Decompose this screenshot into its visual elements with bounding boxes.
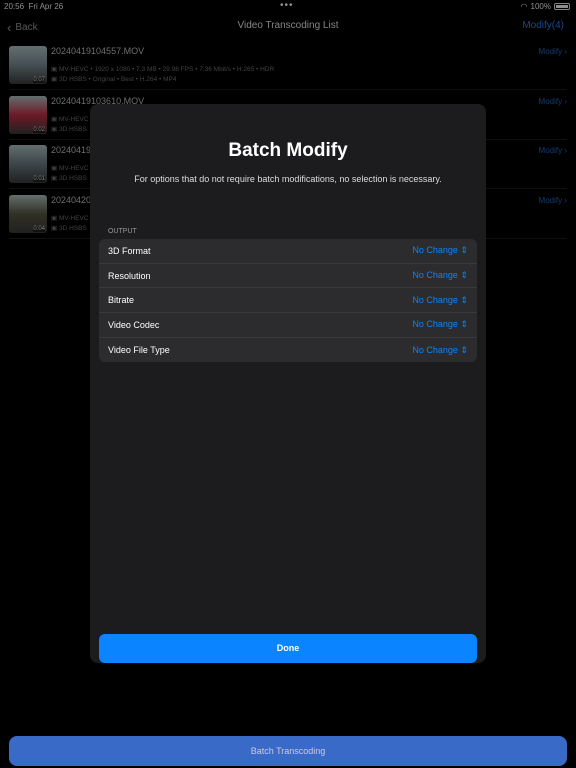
modal-title: Batch Modify xyxy=(228,140,348,161)
option-label: Bitrate xyxy=(108,295,135,306)
option-label: 3D Format xyxy=(108,245,151,256)
option-label: Video File Type xyxy=(108,345,170,356)
option-picker[interactable]: No Change ⇕ xyxy=(412,245,468,256)
batch-modify-modal: Batch Modify For options that do not req… xyxy=(90,104,486,663)
option-picker[interactable]: No Change ⇕ xyxy=(412,345,468,356)
options-group: 3D Format No Change ⇕ Resolution No Change … xyxy=(99,239,477,363)
option-row[interactable]: Video File Type No Change ⇕ xyxy=(99,338,477,363)
option-picker[interactable]: No Change ⇕ xyxy=(412,295,468,306)
option-row[interactable]: Resolution No Change ⇕ xyxy=(99,264,477,289)
modal-subtitle: For options that do not require batch mo… xyxy=(134,174,442,184)
chevron-up-down-icon: ⇕ xyxy=(460,319,468,330)
chevron-up-down-icon: ⇕ xyxy=(460,245,468,256)
chevron-up-down-icon: ⇕ xyxy=(460,344,468,355)
section-header: OUTPUT xyxy=(108,228,137,235)
option-picker[interactable]: No Change ⇕ xyxy=(412,270,468,281)
option-label: Video Codec xyxy=(108,319,160,330)
chevron-up-down-icon: ⇕ xyxy=(460,294,468,305)
batch-transcoding-button[interactable]: Batch Transcoding xyxy=(9,736,567,766)
option-row[interactable]: Bitrate No Change ⇕ xyxy=(99,288,477,314)
option-label: Resolution xyxy=(108,270,151,281)
option-row[interactable]: 3D Format No Change ⇕ xyxy=(99,239,477,264)
option-row[interactable]: Video Codec No Change ⇕ xyxy=(99,313,477,338)
done-button[interactable]: Done xyxy=(99,634,477,663)
option-picker[interactable]: No Change ⇕ xyxy=(412,319,468,330)
chevron-up-down-icon: ⇕ xyxy=(460,270,468,281)
